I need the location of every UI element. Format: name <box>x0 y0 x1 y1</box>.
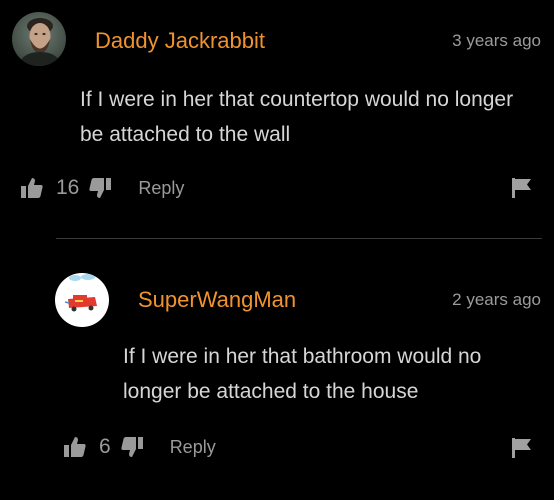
comment-actions: 6 Reply <box>63 434 216 460</box>
thumbs-up-icon[interactable] <box>63 435 87 459</box>
comment-reply: SuperWangMan 2 years ago If I were in he… <box>0 255 554 500</box>
thumbs-up-icon[interactable] <box>20 176 44 200</box>
reply-link[interactable]: Reply <box>170 437 216 458</box>
flag-icon[interactable] <box>511 177 533 199</box>
comment: Daddy Jackrabbit 3 years ago If I were i… <box>0 0 554 225</box>
reply-link[interactable]: Reply <box>138 178 184 199</box>
timestamp: 3 years ago <box>452 31 541 50</box>
avatar[interactable] <box>12 12 66 66</box>
thumbs-down-icon[interactable] <box>88 176 112 200</box>
timestamp: 2 years ago <box>452 290 541 309</box>
username[interactable]: SuperWangMan <box>138 287 296 313</box>
divider <box>56 238 542 239</box>
username[interactable]: Daddy Jackrabbit <box>95 28 265 54</box>
thumbs-down-icon[interactable] <box>120 435 144 459</box>
like-count: 6 <box>99 435 111 458</box>
flag-icon[interactable] <box>511 437 533 459</box>
avatar[interactable] <box>55 273 109 327</box>
comment-text: If I were in her that countertop would n… <box>80 88 514 146</box>
comment-text: If I were in her that bathroom would no … <box>123 345 482 403</box>
comment-actions: 16 Reply <box>20 175 184 201</box>
like-count: 16 <box>56 176 80 199</box>
